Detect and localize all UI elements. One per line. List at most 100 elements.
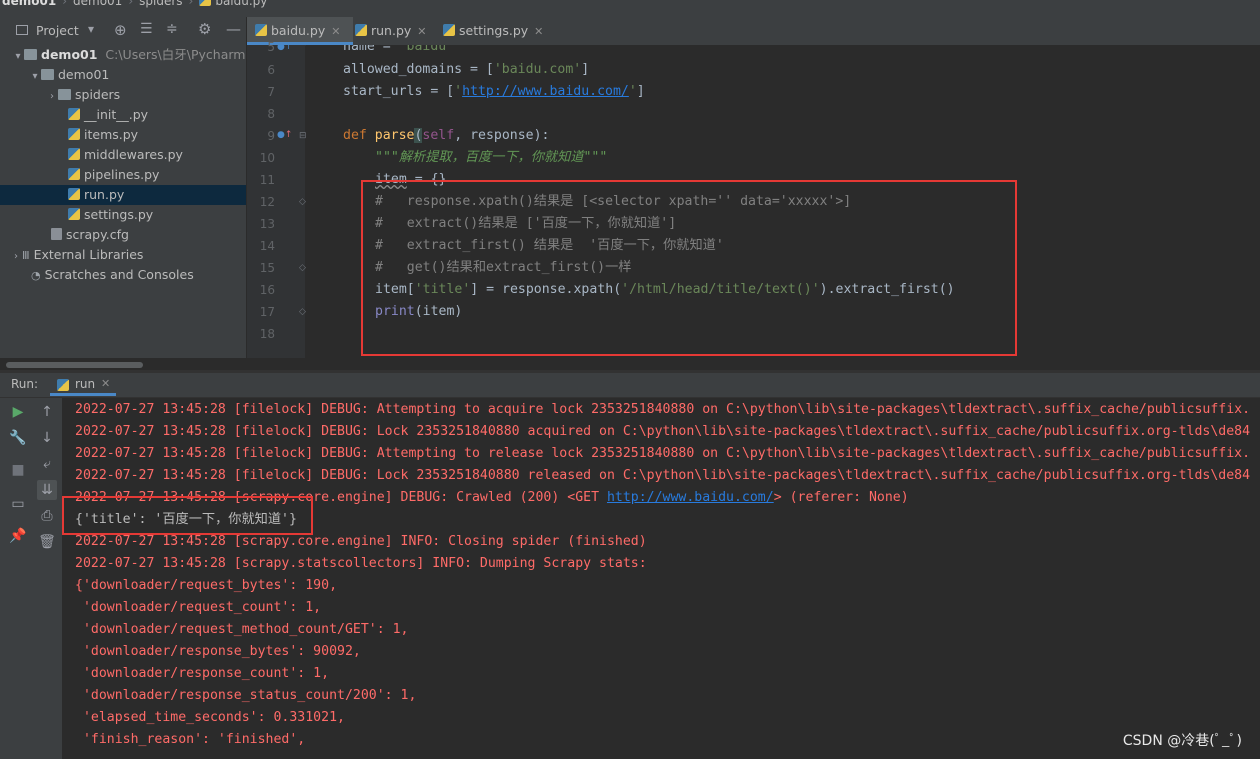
code-line-5: name = 'baidu' <box>343 45 455 54</box>
tree-item-label: settings.py <box>84 207 154 222</box>
soft-wrap-icon[interactable]: ⤶ <box>37 454 57 474</box>
console-line: 2022-07-27 13:45:28 [filelock] DEBUG: Lo… <box>75 424 1251 439</box>
line-number: 5 <box>267 40 275 54</box>
tree-item-external-libraries[interactable]: › Ⅲ External Libraries <box>0 245 246 265</box>
close-icon[interactable]: ✕ <box>534 25 543 38</box>
tree-item-label: External Libraries <box>33 247 144 262</box>
project-horizontal-scrollbar[interactable] <box>6 362 143 368</box>
code-highlight-box <box>361 180 1017 356</box>
line-number: 15 <box>259 261 275 275</box>
breadcrumb: demo01 › demo01 › spiders › baidu.py <box>0 0 1260 17</box>
close-icon[interactable]: ✕ <box>417 25 426 38</box>
gear-icon[interactable]: ⚙ <box>198 20 211 38</box>
tree-item-items[interactable]: items.py <box>0 125 246 145</box>
print-icon[interactable]: ⎙ <box>37 506 57 526</box>
run-tab-underline <box>50 393 116 396</box>
python-file-icon <box>355 24 367 36</box>
tree-item-settings[interactable]: settings.py <box>0 205 246 225</box>
run-label: Run: <box>11 377 39 391</box>
project-panel-header: Project ▾ ⊕ ☰ ≑ ⚙ — <box>0 17 246 46</box>
python-file-icon <box>68 168 80 180</box>
override-marker-icon[interactable]: ●↑ <box>277 130 292 140</box>
tree-item-label: Scratches and Consoles <box>44 267 194 282</box>
console-line: 2022-07-27 13:45:28 [filelock] DEBUG: Lo… <box>75 468 1251 483</box>
console-line: 'downloader/response_bytes': 90092, <box>75 644 361 659</box>
run-tab[interactable]: run <box>75 377 95 391</box>
tree-item-pipelines[interactable]: pipelines.py <box>0 165 246 185</box>
run-icon[interactable]: ▶ <box>8 402 28 422</box>
chevron-right-icon[interactable]: › <box>10 247 22 267</box>
breadcrumb-module[interactable]: demo01 <box>73 0 122 8</box>
wrench-icon[interactable]: 🔧 <box>8 428 28 448</box>
chevron-down-icon[interactable]: ▾ <box>88 22 94 36</box>
folder-icon <box>41 69 54 80</box>
tab-label: settings.py <box>459 23 529 38</box>
python-file-icon <box>68 148 80 160</box>
arrow-down-icon[interactable]: ↓ <box>37 428 57 448</box>
code-line-6: allowed_domains = ['baidu.com'] <box>343 62 590 77</box>
project-tree: ▾ demo01 C:\Users\白牙\PycharmPr ▾ demo01 › s… <box>0 45 246 358</box>
console-line: {'downloader/request_bytes': 190, <box>75 578 338 593</box>
breadcrumb-project[interactable]: demo01 <box>2 0 56 8</box>
folder-icon <box>58 89 71 100</box>
collapse-all-icon[interactable]: ≑ <box>166 21 178 37</box>
editor-gutter: 5 6 7 8 9 10 11 12 13 14 15 16 17 18 ●↑ … <box>247 40 307 358</box>
tree-item-demo01-root[interactable]: ▾ demo01 C:\Users\白牙\PycharmPr <box>0 45 246 65</box>
tree-item-run[interactable]: run.py <box>0 185 246 205</box>
tab-run-py[interactable]: run.py ✕ <box>347 17 443 45</box>
tree-item-label: demo01 <box>41 47 98 62</box>
arrow-up-icon[interactable]: ↑ <box>37 402 57 422</box>
console-line: 2022-07-27 13:45:28 [filelock] DEBUG: At… <box>75 446 1251 461</box>
python-file-icon <box>68 188 80 200</box>
tree-item-label: middlewares.py <box>84 147 183 162</box>
python-file-icon <box>255 24 267 36</box>
project-view-icon <box>16 25 28 35</box>
line-number: 12 <box>259 195 275 209</box>
run-console[interactable]: 2022-07-27 13:45:28 [filelock] DEBUG: At… <box>63 398 1260 759</box>
override-marker-icon[interactable]: ●↑ <box>277 42 292 52</box>
tree-item-middlewares[interactable]: middlewares.py <box>0 145 246 165</box>
tree-item-init[interactable]: __init__.py <box>0 105 246 125</box>
tab-settings-py[interactable]: settings.py ✕ <box>435 17 561 45</box>
locate-icon[interactable]: ⊕ <box>114 21 127 39</box>
chevron-right-icon[interactable]: › <box>46 87 58 107</box>
tab-label: baidu.py <box>271 23 326 38</box>
line-number: 9 <box>267 129 275 143</box>
run-panel-header: Run: run ✕ <box>0 373 1260 398</box>
tree-item-label: items.py <box>84 127 139 142</box>
fold-icon[interactable]: ◇ <box>299 307 306 317</box>
breadcrumb-spiders[interactable]: spiders <box>139 0 182 8</box>
start-url-link[interactable]: http://www.baidu.com/ <box>462 84 629 99</box>
chevron-down-icon[interactable]: ▾ <box>12 47 24 67</box>
library-icon: Ⅲ <box>22 249 30 262</box>
pin-icon[interactable]: 📌 <box>8 526 28 546</box>
close-icon[interactable]: ✕ <box>331 25 340 38</box>
fold-icon[interactable]: ◇ <box>299 263 306 273</box>
tree-item-demo01[interactable]: ▾ demo01 <box>0 65 246 85</box>
close-icon[interactable]: ✕ <box>101 377 110 390</box>
expand-all-icon[interactable]: ☰ <box>140 21 153 37</box>
folder-icon <box>24 49 37 60</box>
fold-icon[interactable]: ◇ <box>299 197 306 207</box>
hide-panel-icon[interactable]: — <box>226 20 241 38</box>
console-line: 2022-07-27 13:45:28 [scrapy.statscollect… <box>75 556 647 571</box>
project-view-selector[interactable]: Project <box>36 23 79 38</box>
tree-item-spiders[interactable]: › spiders <box>0 85 246 105</box>
layout-icon[interactable]: ▭ <box>8 494 28 514</box>
python-file-icon <box>68 128 80 140</box>
code-line-9: def parse(self, response): <box>343 128 550 143</box>
tree-item-scratches[interactable]: ◔ Scratches and Consoles <box>0 265 246 285</box>
scroll-to-end-icon[interactable]: ⇊ <box>37 480 57 500</box>
tree-item-label: demo01 <box>58 67 110 82</box>
chevron-down-icon[interactable]: ▾ <box>29 67 41 87</box>
line-number: 17 <box>259 305 275 319</box>
trash-icon[interactable]: 🗑 <box>37 532 57 552</box>
crawled-url-link[interactable]: http://www.baidu.com/ <box>607 490 774 505</box>
tree-item-scrapy-cfg[interactable]: scrapy.cfg <box>0 225 246 245</box>
stop-icon[interactable]: ■ <box>8 460 28 480</box>
run-toolbar: ▶ ↑ 🔧 ↓ ■ ⤶ ⇊ ▭ ⎙ 📌 🗑 <box>0 398 62 759</box>
tree-item-label: __init__.py <box>84 107 149 122</box>
code-line-10: """解析提取，百度一下，你就知道""" <box>375 150 608 165</box>
tree-item-label: spiders <box>75 87 121 102</box>
breadcrumb-file[interactable]: baidu.py <box>215 0 267 8</box>
